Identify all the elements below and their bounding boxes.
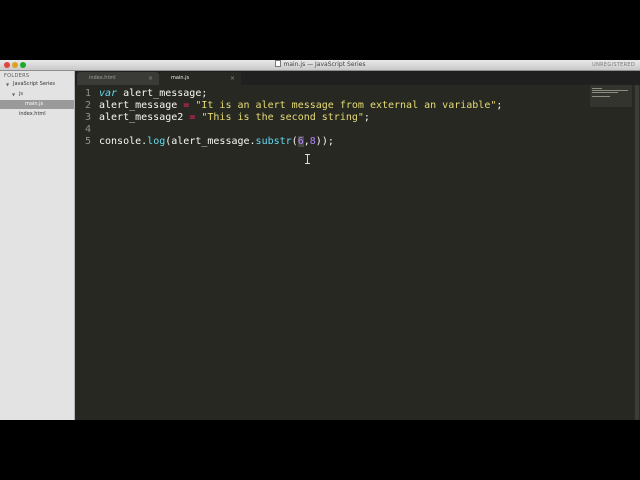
disclosure-triangle-icon[interactable]: ▼ (6, 80, 9, 89)
sidebar-file-index-html[interactable]: index.html (0, 110, 74, 119)
tab-close-icon[interactable]: × (148, 72, 153, 85)
minimap-line (592, 88, 602, 89)
vertical-scrollbar[interactable] (634, 85, 640, 420)
punctuation-token: )); (315, 136, 334, 147)
sidebar: FOLDERS ▼ JavaScript Series ▼ js main.js… (0, 71, 75, 420)
string-token: "It is an alert message from external an… (195, 100, 497, 111)
sidebar-folder-label: js (19, 91, 23, 97)
minimap-line (592, 90, 628, 91)
document-icon (274, 60, 281, 67)
window-title-text: main.js — JavaScript Series (283, 61, 366, 68)
tab-close-icon[interactable]: × (230, 72, 235, 85)
tab-label: main.js (171, 75, 190, 81)
line-number: 4 (84, 124, 91, 135)
text-cursor-icon (305, 154, 310, 164)
string-token: "This is the second string" (201, 112, 364, 123)
minimap[interactable] (590, 85, 632, 107)
line-number: 5 (84, 136, 91, 147)
function-token: log (147, 136, 166, 147)
sidebar-folder-label: JavaScript Series (13, 81, 56, 87)
video-letterbox-top (0, 0, 640, 60)
sidebar-folder-js[interactable]: ▼ js (0, 90, 74, 99)
title-bar: main.js — JavaScript Series UNREGISTERED (0, 60, 640, 71)
window-title: main.js — JavaScript Series (0, 60, 640, 70)
punctuation-token: ( (291, 136, 298, 147)
operator-token: = (177, 100, 196, 111)
tab-label: index.html (89, 75, 116, 81)
unregistered-label: UNREGISTERED (592, 62, 635, 68)
sidebar-file-label: index.html (19, 111, 46, 117)
sidebar-file-label: main.js (25, 101, 44, 107)
code-line-3: alert_message2 = "This is the second str… (99, 112, 370, 124)
scrollbar-thumb[interactable] (635, 85, 639, 420)
sidebar-header: FOLDERS (4, 73, 30, 79)
editor-window: main.js — JavaScript Series UNREGISTERED… (0, 60, 640, 420)
code-line-5: console.log(alert_message.substr(6,8)); (99, 136, 334, 148)
line-number: 1 (84, 88, 91, 99)
identifier-token: alert_message (99, 100, 178, 111)
punctuation-token: ; (496, 100, 503, 111)
line-number: 2 (84, 100, 91, 111)
minimap-line (592, 92, 618, 93)
code-editor[interactable]: var alert_message; alert_message = "It i… (99, 85, 589, 420)
tab-index-html[interactable]: index.html × (77, 72, 159, 85)
identifier-token: alert_message2 (99, 112, 184, 123)
line-number-gutter: 1 2 3 4 5 (75, 85, 93, 420)
video-letterbox-bottom (0, 420, 640, 480)
code-line-1: var alert_message; (99, 88, 207, 100)
tab-bar: index.html × main.js × (75, 71, 640, 85)
punctuation-token: ; (363, 112, 370, 123)
line-number: 3 (84, 112, 91, 123)
operator-token: = (183, 112, 202, 123)
identifier-token: alert_message; (117, 88, 208, 99)
function-token: substr (255, 136, 292, 147)
identifier-token: (alert_message. (165, 136, 256, 147)
keyword-token: var (99, 88, 118, 99)
sidebar-folder-javascript-series[interactable]: ▼ JavaScript Series (0, 80, 74, 89)
disclosure-triangle-icon[interactable]: ▼ (12, 90, 15, 99)
code-line-2: alert_message = "It is an alert message … (99, 100, 502, 112)
tab-main-js[interactable]: main.js × (159, 72, 241, 85)
identifier-token: console. (99, 136, 148, 147)
minimap-line (592, 96, 610, 97)
sidebar-file-main-js[interactable]: main.js (0, 100, 74, 109)
